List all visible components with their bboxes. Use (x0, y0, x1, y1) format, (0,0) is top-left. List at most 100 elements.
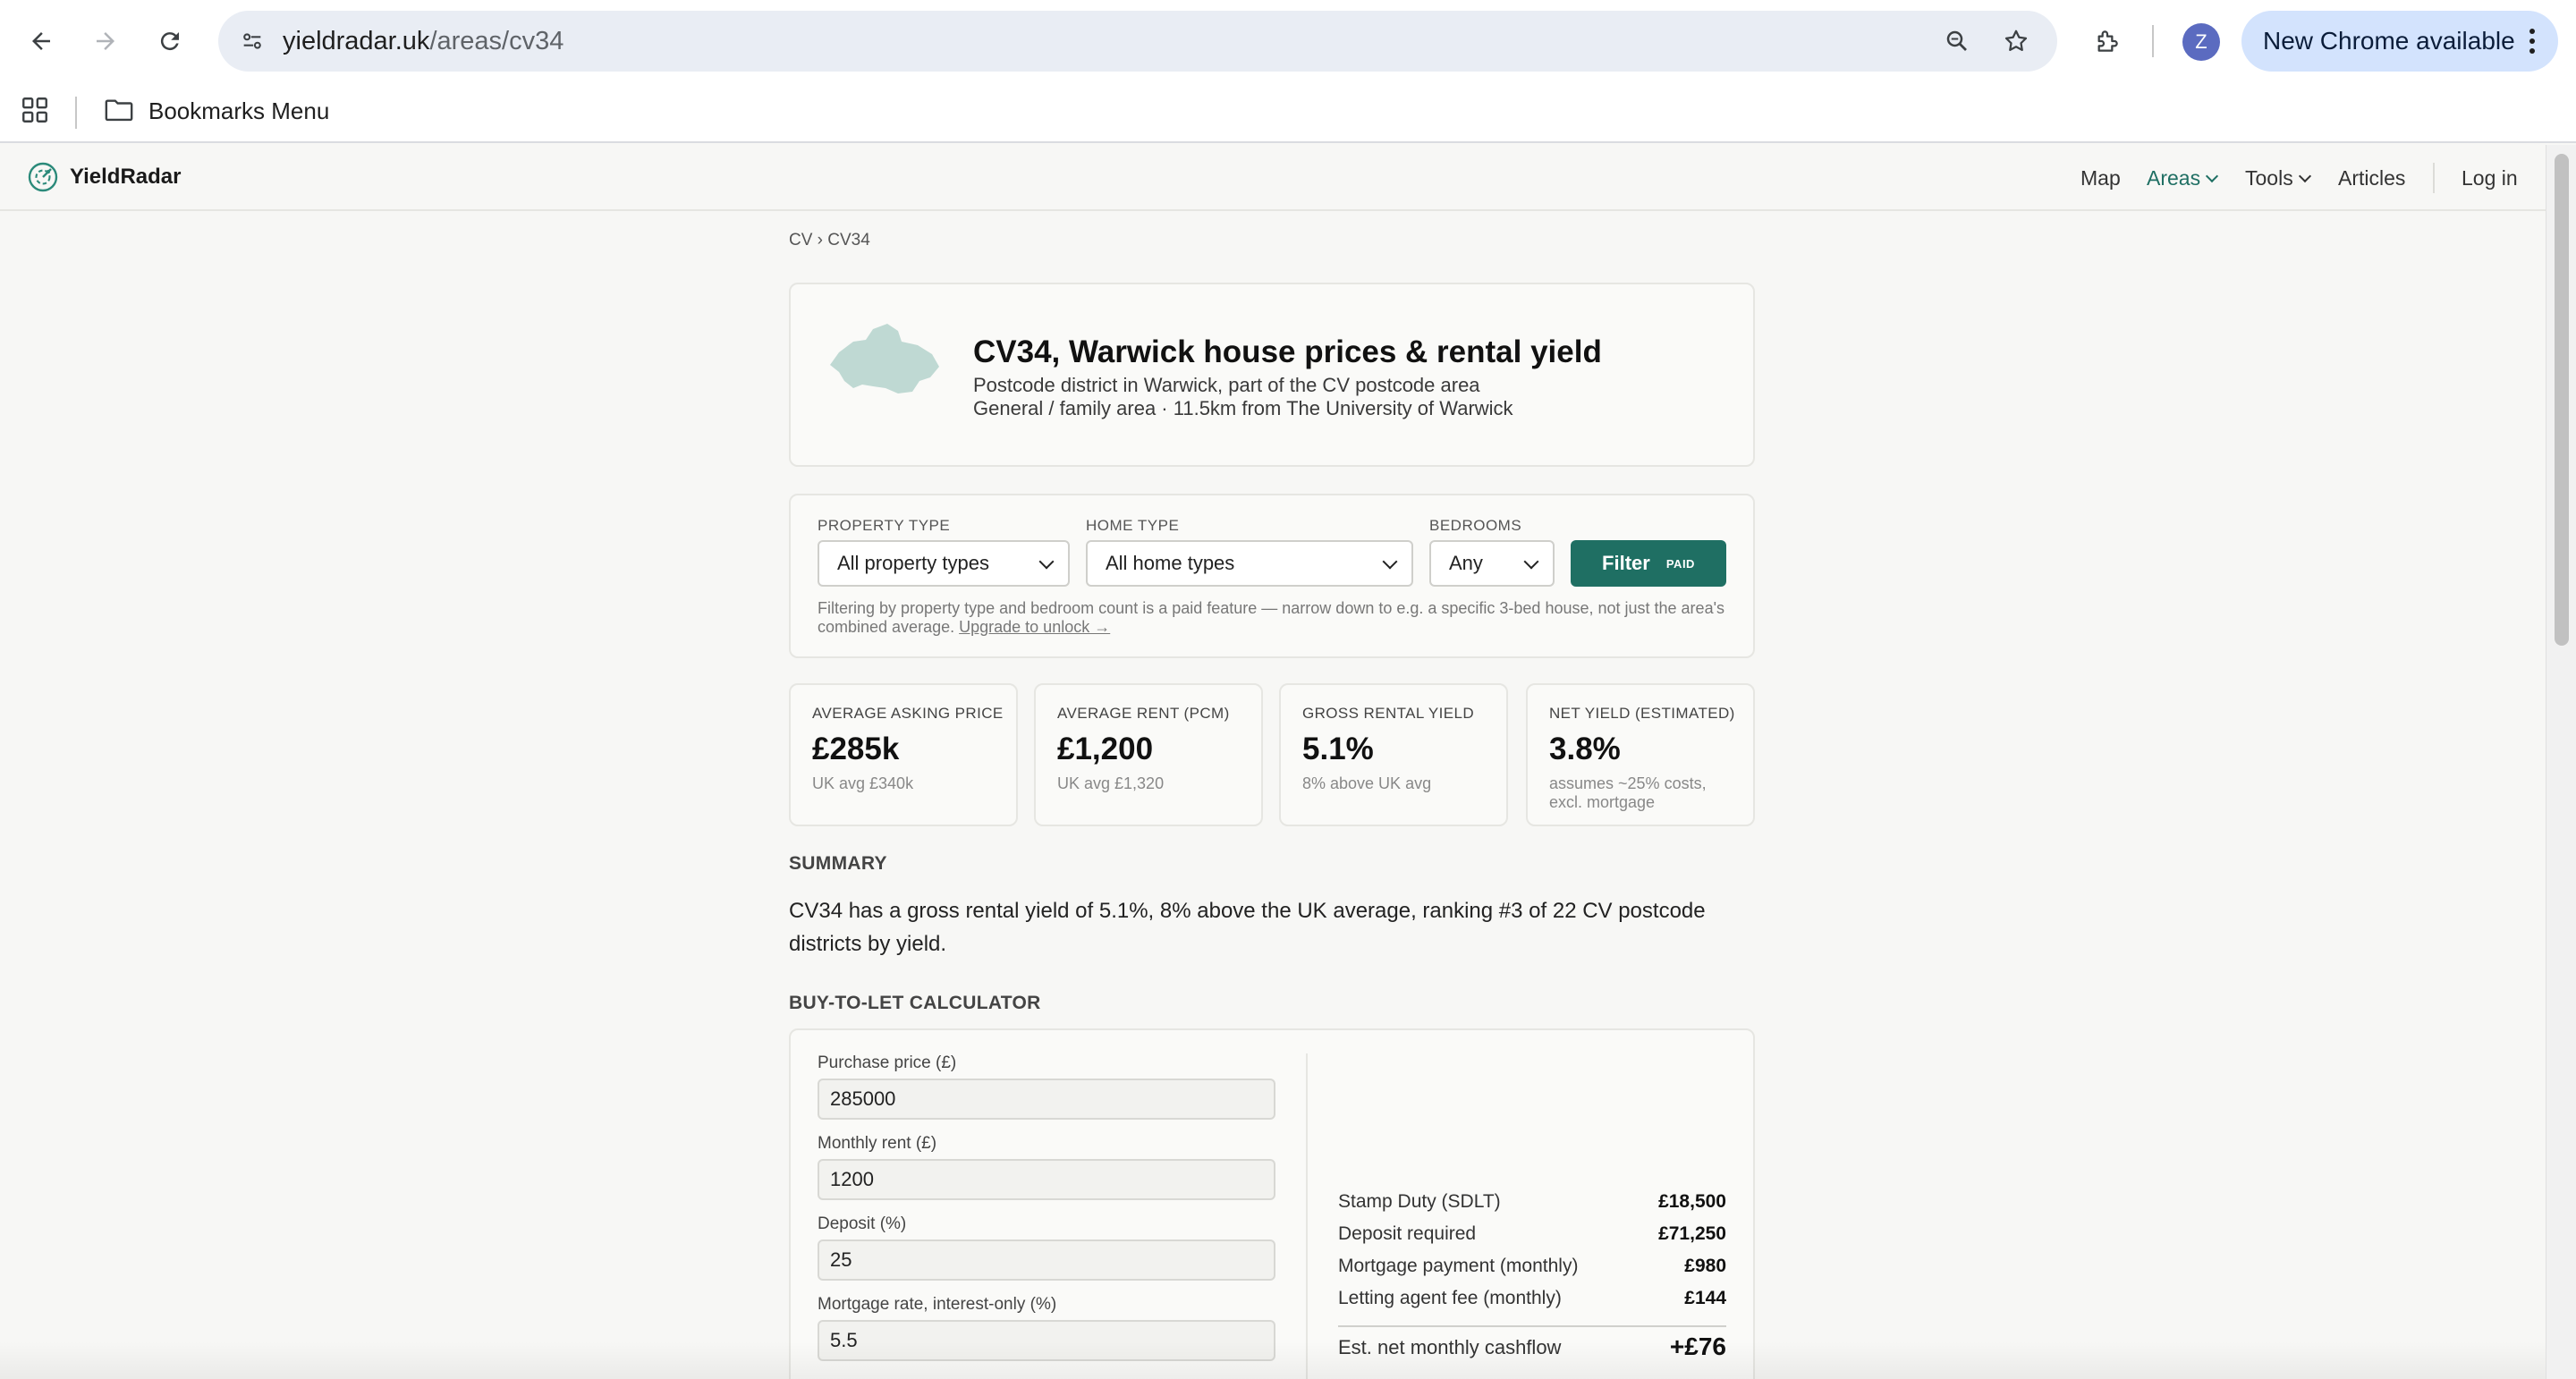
chevron-down-icon (1523, 554, 1539, 570)
nav-map[interactable]: Map (2080, 145, 2121, 211)
area-subtitle: Postcode district in Warwick, part of th… (973, 374, 1480, 396)
site-logo[interactable]: YieldRadar (27, 159, 182, 195)
browser-toolbar: yieldradar.uk/areas/cv34 Z New Chrome av… (0, 0, 2576, 82)
zoom-icon[interactable] (1939, 23, 1975, 59)
result-row-stamp-duty: Stamp Duty (SDLT) £18,500 (1338, 1191, 1726, 1213)
filter-note-text: Filtering by property type and bedroom c… (818, 599, 1725, 636)
stat-card-asking-price: AVERAGE ASKING PRICE £285k UK avg £340k (789, 683, 1018, 826)
bookmarks-folder-label: Bookmarks Menu (148, 97, 330, 124)
nav-articles[interactable]: Articles (2338, 145, 2405, 211)
update-label: New Chrome available (2263, 27, 2515, 55)
result-label: Mortgage payment (monthly) (1338, 1256, 1579, 1276)
bookmarks-separator (75, 97, 77, 129)
nav-areas[interactable]: Areas (2147, 145, 2219, 211)
bookmarks-bar: Bookmarks Menu (0, 82, 2576, 143)
brand-name: YieldRadar (70, 165, 182, 189)
result-label: Deposit required (1338, 1223, 1477, 1244)
property-type-label: PROPERTY TYPE (818, 517, 951, 534)
summary-heading: SUMMARY (789, 853, 887, 874)
address-bar[interactable]: yieldradar.uk/areas/cv34 (218, 11, 2057, 72)
stat-card-net-yield: NET YIELD (ESTIMATED) 3.8% assumes ~25% … (1526, 683, 1755, 826)
result-row-mortgage-payment: Mortgage payment (monthly) £980 (1338, 1256, 1726, 1277)
property-type-value: All property types (837, 552, 989, 574)
site-header: YieldRadar Map Areas Tools Articles Log … (0, 145, 2546, 211)
chevron-down-icon (1038, 554, 1055, 570)
result-row-cashflow: Est. net monthly cashflow +£76 (1338, 1332, 1726, 1360)
url-text: yieldradar.uk/areas/cv34 (283, 27, 564, 55)
bedrooms-select[interactable]: Any (1429, 540, 1555, 587)
chrome-update-button[interactable]: New Chrome available (2241, 11, 2558, 72)
nav-tools[interactable]: Tools (2245, 145, 2311, 211)
cashflow-value: +£76 (1669, 1332, 1726, 1360)
kebab-icon[interactable] (2529, 29, 2535, 54)
stat-note: UK avg £340k (812, 774, 914, 792)
result-value: £144 (1684, 1288, 1726, 1308)
calculator-divider (1306, 1053, 1308, 1379)
stat-value: 5.1% (1302, 732, 1374, 766)
stat-note: assumes ~25% costs, excl. mortgage (1549, 774, 1707, 811)
result-value: £71,250 (1658, 1223, 1726, 1244)
stat-label: AVERAGE RENT (PCM) (1057, 705, 1230, 722)
extensions-icon[interactable] (2088, 21, 2127, 61)
filter-button[interactable]: Filter PAID (1571, 540, 1726, 587)
filter-panel: PROPERTY TYPE All property types HOME TY… (789, 494, 1755, 658)
reload-icon[interactable] (150, 21, 190, 61)
back-icon[interactable] (21, 21, 61, 61)
scrollbar-thumb[interactable] (2555, 154, 2569, 646)
result-row-deposit: Deposit required £71,250 (1338, 1223, 1726, 1245)
deposit-label: Deposit (%) (818, 1214, 907, 1233)
stat-note: 8% above UK avg (1302, 774, 1432, 792)
bedrooms-value: Any (1449, 552, 1483, 574)
purchase-price-label: Purchase price (£) (818, 1053, 957, 1072)
monthly-rent-label: Monthly rent (£) (818, 1134, 937, 1153)
page-scrollbar[interactable] (2546, 145, 2576, 1379)
nav-tools-label: Tools (2245, 166, 2293, 190)
stat-value: £1,200 (1057, 732, 1154, 766)
purchase-price-input[interactable]: 285000 (818, 1079, 1275, 1120)
cashflow-separator (1338, 1325, 1726, 1327)
home-type-value: All home types (1106, 552, 1235, 574)
profile-avatar[interactable]: Z (2182, 23, 2220, 61)
area-hero-card: CV34, Warwick house prices & rental yiel… (789, 283, 1755, 467)
calculator-heading: BUY-TO-LET CALCULATOR (789, 993, 1041, 1013)
area-descriptor: General / family area · 11.5km from The … (973, 397, 1513, 419)
page-title: CV34, Warwick house prices & rental yiel… (973, 334, 1602, 369)
mortgage-rate-input[interactable]: 5.5 (818, 1320, 1275, 1361)
breadcrumb[interactable]: CV › CV34 (789, 231, 1755, 250)
site-info-icon[interactable] (234, 23, 270, 59)
cashflow-label: Est. net monthly cashflow (1338, 1336, 1562, 1358)
paid-badge: PAID (1665, 556, 1695, 571)
district-map-icon (830, 324, 939, 393)
deposit-input[interactable]: 25 (818, 1239, 1275, 1281)
stat-card-average-rent: AVERAGE RENT (PCM) £1,200 UK avg £1,320 (1034, 683, 1263, 826)
stat-card-gross-yield: GROSS RENTAL YIELD 5.1% 8% above UK avg (1279, 683, 1508, 826)
stat-value: 3.8% (1549, 732, 1621, 766)
filter-button-label: Filter (1602, 552, 1650, 574)
stat-note: UK avg £1,320 (1057, 774, 1165, 792)
stat-label: GROSS RENTAL YIELD (1302, 705, 1475, 722)
home-type-label: HOME TYPE (1086, 517, 1180, 534)
result-row-agent-fee: Letting agent fee (monthly) £144 (1338, 1288, 1726, 1309)
nav-divider (2433, 163, 2435, 193)
nav-areas-label: Areas (2147, 166, 2201, 190)
result-label: Letting agent fee (monthly) (1338, 1288, 1562, 1308)
bookmarks-menu-folder[interactable]: Bookmarks Menu (104, 91, 329, 131)
home-type-select[interactable]: All home types (1086, 540, 1413, 587)
result-value: £18,500 (1658, 1191, 1726, 1212)
property-type-select[interactable]: All property types (818, 540, 1070, 587)
result-label: Stamp Duty (SDLT) (1338, 1191, 1501, 1212)
stat-label: NET YIELD (ESTIMATED) (1549, 705, 1735, 722)
result-value: £980 (1684, 1256, 1726, 1276)
bedrooms-label: BEDROOMS (1429, 517, 1522, 534)
monthly-rent-input[interactable]: 1200 (818, 1159, 1275, 1200)
forward-icon[interactable] (86, 21, 125, 61)
star-icon[interactable] (1998, 23, 2034, 59)
folder-icon (105, 99, 133, 122)
toolbar-separator (2152, 25, 2154, 57)
radar-icon (28, 162, 58, 192)
upgrade-link[interactable]: Upgrade to unlock → (959, 618, 1110, 636)
apps-icon[interactable] (20, 95, 52, 127)
stat-value: £285k (812, 732, 900, 766)
filter-paywall-note: Filtering by property type and bedroom c… (818, 599, 1730, 637)
login-link[interactable]: Log in (2462, 145, 2518, 211)
